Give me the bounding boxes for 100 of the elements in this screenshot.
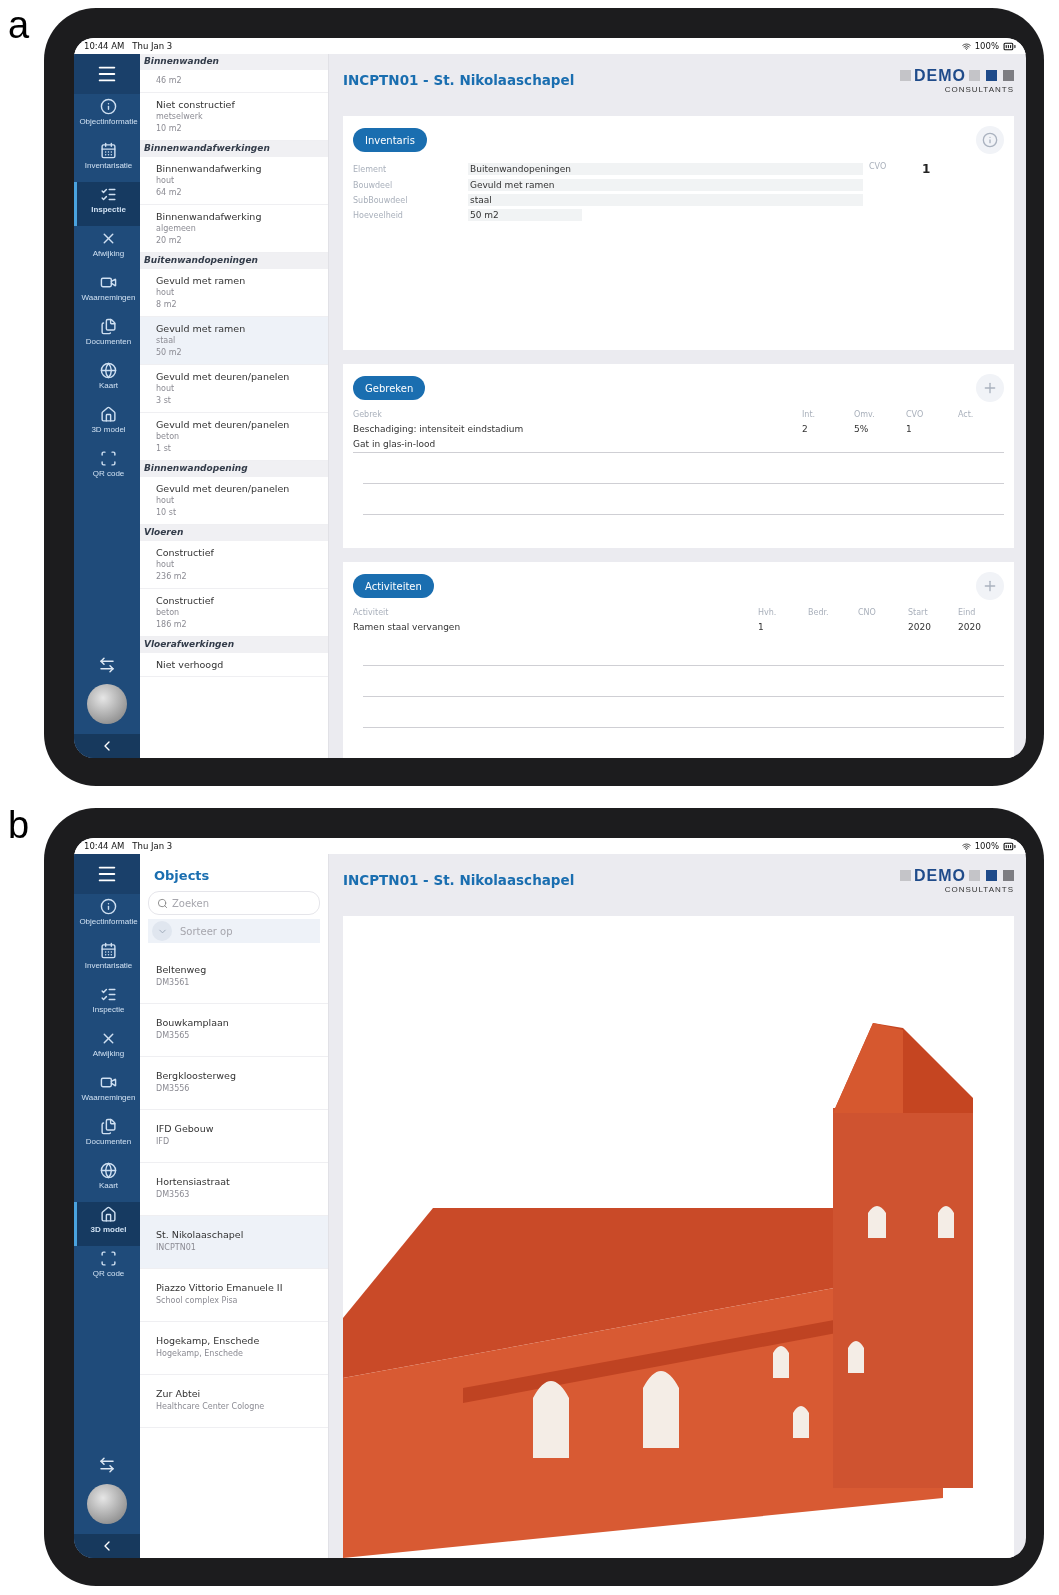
menu-button[interactable] bbox=[74, 854, 140, 894]
calendar-icon bbox=[100, 142, 117, 159]
item-detail: School complex Pisa bbox=[156, 1295, 239, 1307]
section-button[interactable]: Activiteiten bbox=[353, 574, 434, 598]
squares-icon bbox=[969, 70, 1014, 81]
nav-item[interactable]: Waarnemingen bbox=[74, 270, 140, 314]
documents-icon bbox=[100, 318, 117, 335]
search-field[interactable]: Zoeken bbox=[172, 897, 311, 909]
avatar[interactable] bbox=[87, 684, 127, 724]
battery-level: 100% bbox=[974, 841, 999, 851]
square-icon bbox=[900, 870, 911, 881]
item-title: Binnenwandafwerking bbox=[156, 162, 263, 175]
section-button[interactable]: Gebreken bbox=[353, 376, 426, 400]
item-title: Gevuld met deuren/panelen bbox=[156, 418, 291, 431]
square-icon bbox=[900, 70, 911, 81]
nav-item[interactable]: Documenten bbox=[74, 314, 140, 358]
nav-item[interactable]: 3D model bbox=[74, 402, 140, 446]
item-title: Binnenwandafwerking bbox=[156, 210, 263, 223]
menu-button[interactable] bbox=[74, 54, 140, 94]
search-box[interactable]: Zoeken bbox=[148, 891, 320, 915]
item-title: Gevuld met deuren/panelen bbox=[156, 482, 291, 495]
nav-item[interactable]: QR code bbox=[74, 1246, 140, 1290]
nav-item[interactable]: Afwijking bbox=[74, 226, 140, 270]
item-title: Piazzo Vittorio Emanuele II bbox=[156, 1281, 284, 1294]
table-cell-text: 2020 bbox=[958, 621, 982, 634]
item-detail: beton bbox=[156, 607, 181, 619]
sort-field[interactable]: Sorteer op bbox=[180, 925, 316, 937]
item-detail: Hogekamp, Enschede bbox=[156, 1348, 244, 1360]
item-detail: INCPTN01 bbox=[156, 1242, 197, 1254]
nav-item[interactable]: Objectinformatie bbox=[74, 94, 140, 138]
plus-icon bbox=[982, 578, 998, 594]
item-detail: DM3561 bbox=[156, 977, 191, 989]
panel-label: b bbox=[7, 808, 31, 842]
item-detail: Healthcare Center Cologne bbox=[156, 1401, 266, 1413]
nav-item[interactable]: Documenten bbox=[74, 1114, 140, 1158]
item-title: Gevuld met deuren/panelen bbox=[156, 370, 291, 383]
item-detail: hout bbox=[156, 287, 176, 299]
checklist-icon bbox=[100, 186, 117, 203]
item-title: Hogekamp, Enschede bbox=[156, 1334, 261, 1347]
table-cell-text: 1 bbox=[758, 621, 765, 634]
logo-subtitle: CONSULTANTS bbox=[944, 84, 1014, 94]
nav-item[interactable]: Waarnemingen bbox=[74, 1070, 140, 1114]
logo-subtitle: CONSULTANTS bbox=[944, 884, 1014, 894]
table-cell-text: 2 bbox=[802, 423, 809, 436]
scan-frame-icon bbox=[100, 450, 117, 467]
battery-level: 100% bbox=[974, 41, 999, 51]
nav-item[interactable]: Inspectie bbox=[74, 182, 140, 226]
item-detail: 64 m2 bbox=[156, 187, 183, 199]
item-title: Niet constructief bbox=[156, 98, 236, 111]
item-detail: DM3563 bbox=[156, 1189, 191, 1201]
dropdown-icon bbox=[152, 921, 172, 941]
column-header: Int. bbox=[802, 410, 817, 421]
item-title: Zur Abtei bbox=[156, 1387, 202, 1400]
item-detail: metselwerk bbox=[156, 111, 204, 123]
status-time: 10:44 AM bbox=[84, 841, 125, 851]
group-header: Binnenwandopening bbox=[140, 461, 328, 477]
plus-icon bbox=[982, 380, 998, 396]
nav-item[interactable]: Inspectie bbox=[74, 982, 140, 1026]
table-cell-text: 2020 bbox=[908, 621, 932, 634]
nav-item[interactable]: Afwijking bbox=[74, 1026, 140, 1070]
nav-item[interactable]: Inventarisatie bbox=[74, 138, 140, 182]
item-title: Gevuld met ramen bbox=[156, 274, 247, 287]
wifi-icon bbox=[961, 841, 971, 851]
table-cell-text: Beschadiging: intensiteit eindstadium bbox=[353, 423, 525, 436]
group-header: Binnenwandafwerkingen bbox=[140, 141, 328, 157]
item-title: Constructief bbox=[156, 594, 215, 607]
swap-arrows-icon[interactable] bbox=[98, 1456, 116, 1474]
nav-item[interactable]: Kaart bbox=[74, 1158, 140, 1202]
panel-label: a bbox=[7, 8, 31, 42]
sort-box[interactable]: Sorteer op bbox=[148, 919, 320, 943]
item-detail: 10 m2 bbox=[156, 123, 183, 135]
item-detail: beton bbox=[156, 431, 181, 443]
item-title: Beltenweg bbox=[156, 963, 208, 976]
column-header: Act. bbox=[958, 410, 975, 421]
item-title: St. Nikolaaschapel bbox=[156, 1228, 245, 1241]
item-detail: DM3565 bbox=[156, 1030, 191, 1042]
list-item[interactable]: St. Nikolaaschapel INCPTN01 bbox=[140, 1216, 328, 1269]
status-date: Thu Jan 3 bbox=[132, 41, 173, 51]
swap-arrows-icon[interactable] bbox=[98, 656, 116, 674]
item-title: Gevuld met ramen bbox=[156, 322, 247, 335]
section-button[interactable]: Inventaris bbox=[353, 128, 427, 152]
calendar-icon bbox=[100, 942, 117, 959]
nav-item[interactable]: Inventarisatie bbox=[74, 938, 140, 982]
nav-item[interactable]: 3D model bbox=[74, 1202, 140, 1246]
nav-item[interactable]: Kaart bbox=[74, 358, 140, 402]
field-label: Element bbox=[353, 164, 388, 174]
item-detail: 236 m2 bbox=[156, 571, 188, 583]
column-header: Activiteit bbox=[353, 608, 390, 619]
avatar[interactable] bbox=[87, 1484, 127, 1524]
list-item[interactable]: Gevuld met ramen staal 50 m2 bbox=[140, 317, 328, 365]
nav-item[interactable]: QR code bbox=[74, 446, 140, 490]
info-icon bbox=[100, 98, 117, 115]
nav-item[interactable]: Objectinformatie bbox=[74, 894, 140, 938]
item-detail: 186 m2 bbox=[156, 619, 188, 631]
globe-icon bbox=[100, 1162, 117, 1179]
page-title: INCPTN01 - St. Nikolaaschapel bbox=[343, 72, 575, 88]
item-detail: 10 st bbox=[156, 507, 178, 519]
item-detail: 20 m2 bbox=[156, 235, 183, 247]
column-header: Hvh. bbox=[758, 608, 778, 619]
page-title: INCPTN01 - St. Nikolaaschapel bbox=[343, 872, 575, 888]
